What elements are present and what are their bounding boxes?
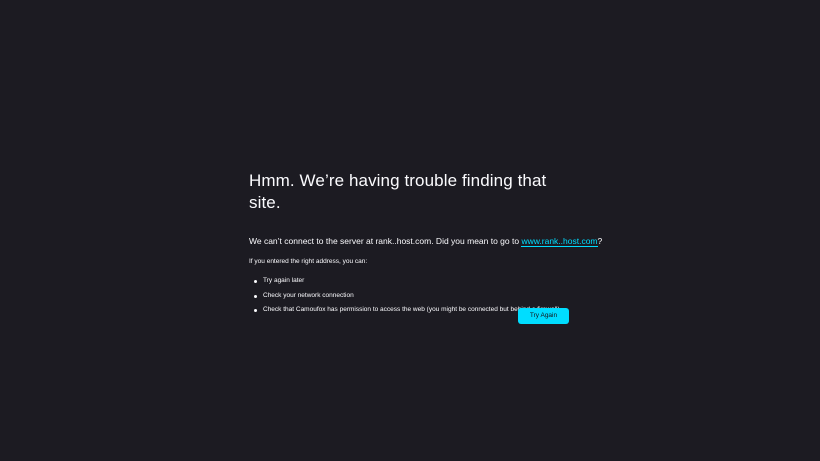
tip-item: Check your network connection: [254, 291, 571, 301]
error-container: Hmm. We’re having trouble finding that s…: [249, 170, 602, 324]
suggested-site-link[interactable]: www.rank..host.com: [521, 236, 598, 247]
tip-item: Try again later: [254, 276, 571, 286]
hint-text: If you entered the right address, you ca…: [249, 258, 368, 265]
button-row: Try Again: [518, 308, 569, 324]
error-description-text: We can’t connect to the server at rank..…: [249, 236, 522, 246]
page-title: Hmm. We’re having trouble finding that s…: [249, 171, 547, 212]
error-page: Hmm. We’re having trouble finding that s…: [0, 0, 820, 461]
error-description-suffix: ?: [597, 236, 603, 246]
error-description: We can’t connect to the server at rank..…: [249, 234, 602, 248]
try-again-button[interactable]: Try Again: [518, 308, 569, 324]
